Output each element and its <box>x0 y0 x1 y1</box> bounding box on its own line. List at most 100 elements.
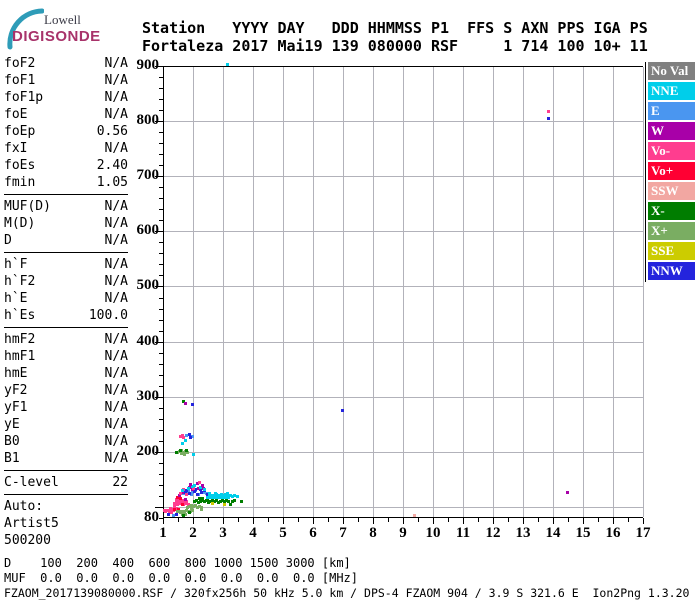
x-axis-tick <box>553 518 554 524</box>
y-axis-label: 700 <box>136 167 160 184</box>
param-value: N/A <box>104 349 128 364</box>
x-axis-label: 4 <box>249 525 257 541</box>
data-point <box>185 493 189 497</box>
param-row-c-level: C-level 22 <box>4 474 128 491</box>
x-axis-minor-tick <box>328 518 329 522</box>
y-axis-minor-tick <box>159 429 163 431</box>
param-label: B0 <box>4 434 20 449</box>
y-axis-minor-tick <box>159 495 163 497</box>
legend-item-e: E <box>648 102 695 120</box>
parameter-panel: foF2 N/A foF1 N/A foF1p N/A foE N/A foEp 0.56… <box>4 55 128 549</box>
y-axis-minor-tick <box>159 77 163 79</box>
param-row-fof2: foF2 N/A <box>4 55 128 72</box>
y-axis-minor-tick <box>159 385 163 387</box>
data-point <box>174 513 178 517</box>
param-row-b1: B1 N/A <box>4 450 128 467</box>
data-point <box>546 116 550 120</box>
data-point <box>412 513 416 517</box>
param-row-yf1: yF1 N/A <box>4 399 128 416</box>
param-label: fxI <box>4 141 28 156</box>
data-point <box>188 492 192 496</box>
legend-item-nnw: NNW <box>648 262 695 280</box>
data-point <box>222 502 226 506</box>
gridline-vertical <box>223 67 224 517</box>
x-axis-minor-tick <box>538 518 539 522</box>
x-axis-label: 14 <box>545 525 561 541</box>
gridline-horizontal <box>164 231 643 233</box>
param-label: foEs <box>4 158 36 173</box>
data-point <box>195 493 199 497</box>
y-axis-label: 80 <box>144 509 159 525</box>
param-label: foE <box>4 107 28 122</box>
data-point <box>167 513 171 517</box>
param-label: B1 <box>4 451 20 466</box>
data-point <box>341 408 345 412</box>
data-point <box>192 452 195 456</box>
x-axis-tick <box>283 518 284 524</box>
x-axis-tick <box>463 518 464 524</box>
footer-status-line: FZAOM_2017139080000.RSF / 320fx256h 50 k… <box>4 586 690 600</box>
x-axis-tick <box>373 518 374 524</box>
gridline-vertical <box>403 67 404 517</box>
logo-text-lowell: Lowell <box>44 12 81 27</box>
x-axis-label: 9 <box>399 525 407 541</box>
param-row-he: h`E N/A <box>4 290 128 307</box>
y-axis-minor-tick <box>159 154 163 156</box>
param-value: N/A <box>104 366 128 381</box>
param-row-foep: foEp 0.56 <box>4 123 128 140</box>
muf-row: MUF 0.0 0.0 0.0 0.0 0.0 0.0 0.0 0.0 [MHz… <box>4 571 359 585</box>
x-axis-minor-tick <box>178 518 179 522</box>
x-axis-minor-tick <box>238 518 239 522</box>
x-axis-label: 3 <box>219 525 227 541</box>
param-row-fof1p: foF1p N/A <box>4 89 128 106</box>
x-axis-label: 15 <box>575 525 591 541</box>
separator <box>4 327 128 328</box>
param-row-muf-d: MUF(D) N/A <box>4 198 128 215</box>
data-point <box>182 513 186 517</box>
data-point <box>189 483 192 487</box>
data-point <box>171 513 175 517</box>
data-point <box>188 511 192 515</box>
legend-item-vo: Vo+ <box>648 162 695 180</box>
x-axis-minor-tick <box>418 518 419 522</box>
x-axis-label: 10 <box>425 525 441 541</box>
data-point <box>240 499 243 503</box>
param-label: fmin <box>4 175 36 190</box>
x-axis-tick <box>523 518 524 524</box>
param-label: yF2 <box>4 383 28 398</box>
legend-item-x: X- <box>648 202 695 220</box>
gridline-vertical <box>643 67 644 517</box>
y-axis-minor-tick <box>159 143 163 145</box>
x-axis-label: 5 <box>279 525 287 541</box>
separator <box>4 494 128 495</box>
param-value: N/A <box>104 257 128 272</box>
y-axis-label: 500 <box>136 277 160 294</box>
param-value: N/A <box>104 90 128 105</box>
header-line-1: Station YYYY DAY DDD HHMMSS P1 FFS S AXN… <box>142 19 648 37</box>
data-point <box>184 402 188 406</box>
direction-legend: No Val NNE E W Vo- Vo+ SSW X- X+ SSE NNW <box>648 62 696 282</box>
param-label: M(D) <box>4 216 36 231</box>
y-axis-minor-tick <box>159 275 163 277</box>
y-axis-minor-tick <box>159 187 163 189</box>
param-label: C-level <box>4 475 59 490</box>
y-axis-minor-tick <box>159 220 163 222</box>
gridline-vertical <box>493 67 494 517</box>
param-row-fof1: foF1 N/A <box>4 72 128 89</box>
param-row-yf2: yF2 N/A <box>4 382 128 399</box>
x-axis-tick <box>433 518 434 524</box>
data-point <box>235 494 239 498</box>
data-point <box>183 453 186 457</box>
gridline-horizontal <box>164 451 643 453</box>
y-axis-minor-tick <box>159 209 163 211</box>
gridline-horizontal <box>164 396 643 398</box>
d-distance-row: D 100 200 400 600 800 1000 1500 3000 [km… <box>4 556 351 570</box>
x-axis-minor-tick <box>208 518 209 522</box>
param-row-foe: foE N/A <box>4 106 128 123</box>
y-axis-minor-tick <box>159 110 163 112</box>
data-point <box>168 506 172 510</box>
x-axis-label: 6 <box>309 525 317 541</box>
param-label: yF1 <box>4 400 28 415</box>
x-axis-minor-tick <box>388 518 389 522</box>
x-axis-tick <box>343 518 344 524</box>
